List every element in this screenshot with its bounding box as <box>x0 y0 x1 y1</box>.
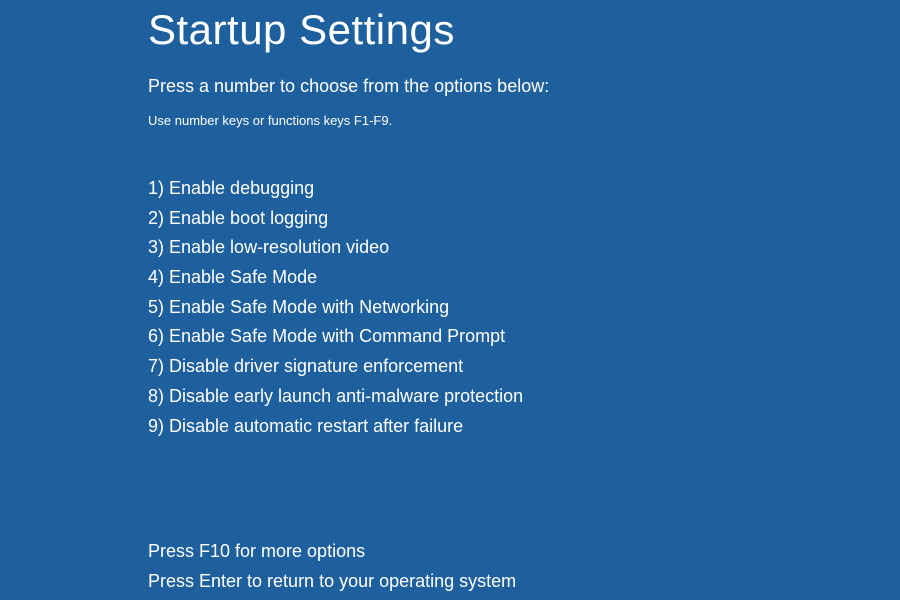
more-options-text: Press F10 for more options <box>148 537 900 567</box>
option-9-disable-automatic-restart[interactable]: 9) Disable automatic restart after failu… <box>148 412 900 442</box>
option-3-enable-low-resolution-video[interactable]: 3) Enable low-resolution video <box>148 233 900 263</box>
option-5-enable-safe-mode-networking[interactable]: 5) Enable Safe Mode with Networking <box>148 293 900 323</box>
option-1-enable-debugging[interactable]: 1) Enable debugging <box>148 174 900 204</box>
options-list: 1) Enable debugging 2) Enable boot loggi… <box>148 174 900 441</box>
startup-settings-screen: Startup Settings Press a number to choos… <box>0 0 900 597</box>
instruction-text: Press a number to choose from the option… <box>148 76 900 97</box>
option-8-disable-early-launch-anti-malware[interactable]: 8) Disable early launch anti-malware pro… <box>148 382 900 412</box>
option-6-enable-safe-mode-command-prompt[interactable]: 6) Enable Safe Mode with Command Prompt <box>148 322 900 352</box>
option-4-enable-safe-mode[interactable]: 4) Enable Safe Mode <box>148 263 900 293</box>
page-title: Startup Settings <box>148 6 900 54</box>
option-7-disable-driver-signature-enforcement[interactable]: 7) Disable driver signature enforcement <box>148 352 900 382</box>
option-2-enable-boot-logging[interactable]: 2) Enable boot logging <box>148 204 900 234</box>
return-os-text: Press Enter to return to your operating … <box>148 567 900 597</box>
footer: Press F10 for more options Press Enter t… <box>148 537 900 596</box>
hint-text: Use number keys or functions keys F1-F9. <box>148 113 900 128</box>
